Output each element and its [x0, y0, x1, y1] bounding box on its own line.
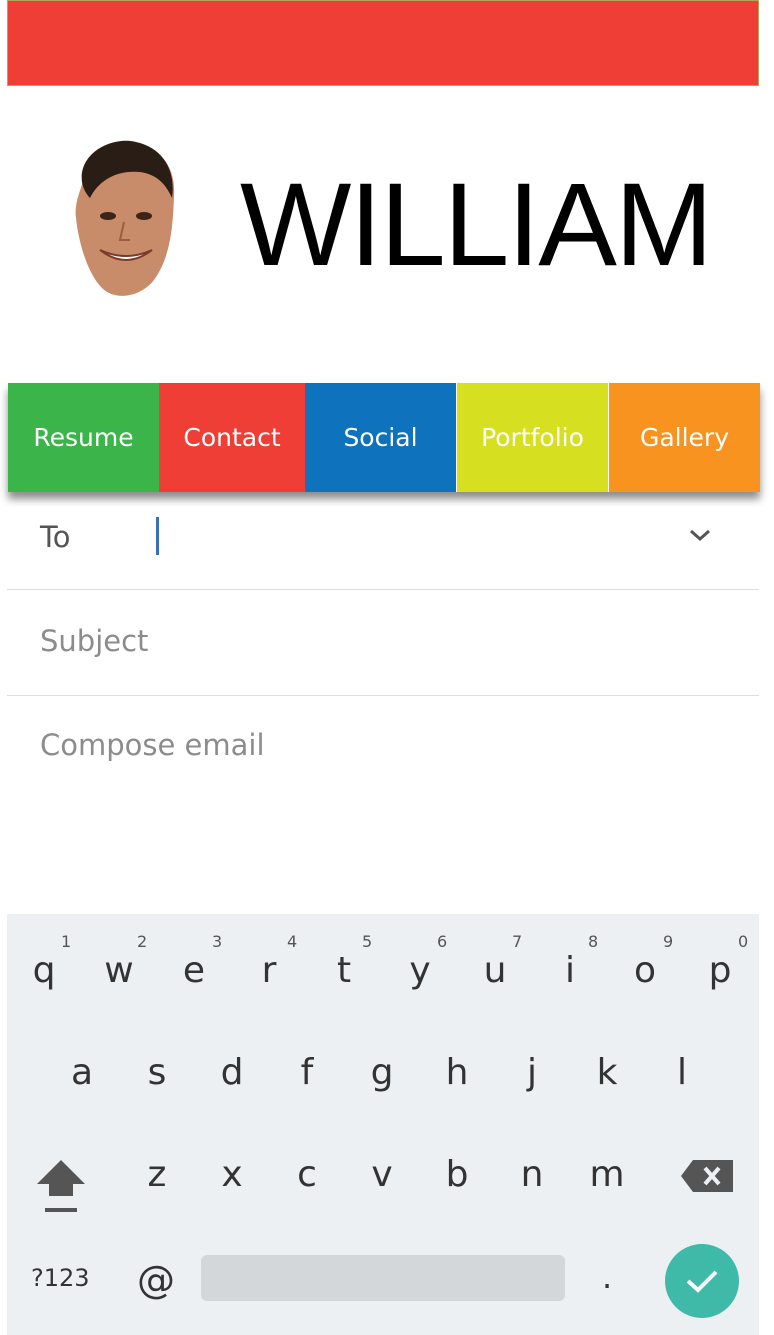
key-b[interactable]: b: [427, 1154, 487, 1195]
avatar: [75, 140, 175, 296]
key-q[interactable]: q: [14, 950, 74, 991]
key-hint: 8: [588, 932, 599, 951]
key-hint: 7: [512, 932, 523, 951]
compose-email-input[interactable]: [40, 728, 730, 878]
subject-field: [7, 590, 759, 696]
on-screen-keyboard: 1 2 3 4 5 6 7 8 9 0 q w e r t y u i o p …: [7, 914, 759, 1335]
key-n[interactable]: n: [502, 1154, 562, 1195]
shift-icon[interactable]: [31, 1156, 91, 1214]
key-y[interactable]: y: [390, 950, 450, 991]
key-z[interactable]: z: [127, 1154, 187, 1195]
profile-header: WILLIAM: [0, 120, 774, 320]
key-k[interactable]: k: [577, 1052, 637, 1093]
key-o[interactable]: o: [615, 950, 675, 991]
space-bar[interactable]: [201, 1255, 565, 1301]
key-hint: 6: [437, 932, 448, 951]
period-key[interactable]: .: [602, 1258, 612, 1296]
key-i[interactable]: i: [540, 950, 600, 991]
at-key[interactable]: @: [137, 1258, 175, 1302]
key-x[interactable]: x: [202, 1154, 262, 1195]
tab-label: Resume: [33, 423, 134, 452]
key-w[interactable]: w: [89, 950, 149, 991]
chevron-down-icon[interactable]: [687, 526, 713, 544]
to-field[interactable]: To: [7, 492, 759, 590]
key-f[interactable]: f: [277, 1052, 337, 1093]
tab-resume[interactable]: Resume: [8, 383, 159, 492]
checkmark-icon: [686, 1270, 718, 1293]
key-l[interactable]: l: [652, 1052, 712, 1093]
key-p[interactable]: p: [690, 950, 750, 991]
key-m[interactable]: m: [577, 1154, 637, 1195]
nav-tabs: Resume Contact Social Portfolio Gallery: [8, 383, 760, 492]
key-hint: 9: [663, 932, 674, 951]
key-d[interactable]: d: [202, 1052, 262, 1093]
profile-name: WILLIAM: [240, 159, 713, 291]
key-s[interactable]: s: [127, 1052, 187, 1093]
backspace-icon[interactable]: [679, 1158, 735, 1194]
symbols-key[interactable]: ?123: [31, 1264, 90, 1292]
tab-label: Portfolio: [481, 423, 584, 452]
header-bar: [7, 0, 759, 86]
tab-contact[interactable]: Contact: [159, 383, 305, 492]
key-j[interactable]: j: [502, 1052, 562, 1093]
key-t[interactable]: t: [314, 950, 374, 991]
key-hint: 0: [738, 932, 749, 951]
key-c[interactable]: c: [277, 1154, 337, 1195]
key-e[interactable]: e: [164, 950, 224, 991]
text-cursor: [156, 517, 159, 555]
key-hint: 4: [287, 932, 298, 951]
key-g[interactable]: g: [352, 1052, 412, 1093]
to-label: To: [40, 520, 71, 554]
key-u[interactable]: u: [465, 950, 525, 991]
tab-social[interactable]: Social: [305, 383, 456, 492]
key-hint: 1: [61, 932, 72, 951]
key-a[interactable]: a: [52, 1052, 112, 1093]
key-v[interactable]: v: [352, 1154, 412, 1195]
key-hint: 2: [137, 932, 148, 951]
tab-gallery[interactable]: Gallery: [608, 383, 760, 492]
key-h[interactable]: h: [427, 1052, 487, 1093]
tab-label: Contact: [183, 423, 281, 452]
key-hint: 5: [362, 932, 373, 951]
subject-input[interactable]: [40, 624, 720, 658]
key-r[interactable]: r: [239, 950, 299, 991]
key-hint: 3: [212, 932, 223, 951]
tab-label: Gallery: [639, 423, 730, 452]
tab-label: Social: [343, 423, 418, 452]
done-button[interactable]: [665, 1244, 739, 1318]
tab-portfolio[interactable]: Portfolio: [456, 383, 608, 492]
